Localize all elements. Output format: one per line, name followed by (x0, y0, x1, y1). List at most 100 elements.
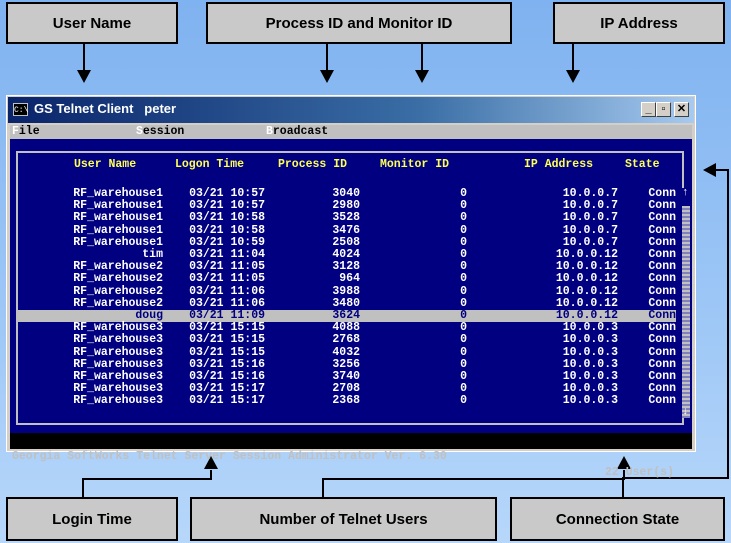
row-state: Conn (648, 370, 676, 383)
row-logon-time: 03/21 10:58 (189, 223, 265, 237)
row-logon-time: 03/21 11:09 (189, 309, 265, 322)
row-state: Conn (648, 321, 676, 335)
row-state: Conn (648, 309, 676, 322)
table-row[interactable]: RF_warehouse3 03/21 15:17 2368 0 10.0.0.3 Con… (18, 395, 676, 407)
arrow-num-users-horizontal (322, 478, 625, 480)
arrow-user-name (83, 44, 85, 72)
row-logon-time: 03/21 10:59 (189, 235, 265, 249)
table-row[interactable]: RF_warehouse2 03/21 11:05 3128 0 10.0.0.12 Co… (18, 261, 676, 273)
row-process-id: 2768 (332, 333, 360, 347)
row-ip-address: 10.0.0.7 (562, 211, 618, 225)
table-row[interactable]: RF_warehouse3 03/21 15:15 4032 0 10.0.0.3 Con… (18, 345, 676, 359)
row-user-name: RF_warehouse3 (73, 357, 163, 371)
row-ip-address: 10.0.0.12 (555, 309, 618, 322)
menu-broadcast-hotkey: B (266, 125, 273, 138)
header-monitor-id: Monitor ID (380, 158, 450, 171)
restore-button[interactable]: ▫ (656, 102, 671, 117)
table-row[interactable]: RF_warehouse2 03/21 11:06 3988 0 10.0.0.12 Co… (18, 284, 676, 298)
row-monitor-id: 0 (460, 321, 467, 335)
header-ip-address: IP Address (524, 158, 594, 171)
table-row[interactable]: RF_warehouse3 03/21 15:17 2708 0 10.0.0.3 Con… (18, 383, 676, 395)
table-row[interactable]: RF_warehouse1 03/21 10:59 2508 0 10.0.0.7 Con… (18, 235, 676, 249)
row-process-id: 2368 (332, 394, 360, 408)
table-row[interactable]: RF_warehouse2 03/21 11:06 3480 0 10.0.0.12 Co… (18, 296, 676, 310)
row-state: Conn (648, 223, 676, 237)
row-process-id: 3040 (332, 187, 360, 200)
row-logon-time: 03/21 11:06 (189, 284, 265, 298)
table-row[interactable]: RF_warehouse3 03/21 15:16 3256 0 10.0.0.3 Con… (18, 357, 676, 371)
row-user-name: RF_warehouse2 (73, 260, 163, 274)
row-monitor-id: 0 (460, 211, 467, 225)
row-state: Conn (648, 199, 676, 213)
row-state: Conn (648, 382, 676, 396)
row-user-name: RF_warehouse3 (73, 370, 163, 383)
row-process-id: 964 (339, 272, 360, 286)
row-user-name: RF_warehouse2 (73, 284, 163, 298)
table-row[interactable]: RF_warehouse3 03/21 15:16 3740 0 10.0.0.3 Con… (18, 371, 676, 383)
minimize-button[interactable]: _ (641, 102, 656, 117)
row-ip-address: 10.0.0.3 (562, 357, 618, 371)
table-row[interactable]: tim 03/21 11:04 4024 0 10.0.0.12 Conn (18, 249, 676, 261)
row-monitor-id: 0 (460, 260, 467, 274)
row-state: Conn (648, 248, 676, 261)
row-state: Conn (648, 284, 676, 298)
row-process-id: 3624 (332, 309, 360, 322)
scroll-down-icon[interactable]: ↓ (682, 407, 689, 418)
row-process-id: 3528 (332, 211, 360, 225)
row-ip-address: 10.0.0.3 (562, 345, 618, 359)
row-process-id: 3740 (332, 370, 360, 383)
row-logon-time: 03/21 15:15 (189, 321, 265, 335)
row-logon-time: 03/21 10:57 (189, 199, 265, 213)
table-row[interactable]: RF_warehouse3 03/21 15:15 2768 0 10.0.0.3 Con… (18, 334, 676, 346)
console-icon[interactable]: C:\ (13, 103, 28, 116)
table-row[interactable]: RF_warehouse1 03/21 10:57 2980 0 10.0.0.7 Con… (18, 200, 676, 212)
menu-broadcast[interactable]: Broadcast (266, 125, 328, 139)
table-row[interactable]: RF_warehouse3 03/21 15:15 4088 0 10.0.0.3 Con… (18, 322, 676, 334)
row-ip-address: 10.0.0.7 (562, 235, 618, 249)
row-ip-address: 10.0.0.12 (555, 284, 618, 298)
scrollbar-track[interactable] (682, 188, 690, 418)
row-state: Conn (648, 296, 676, 310)
row-ip-address: 10.0.0.7 (562, 199, 618, 213)
row-ip-address: 10.0.0.3 (562, 394, 618, 408)
row-ip-address: 10.0.0.3 (562, 321, 618, 335)
table-row[interactable]: RF_warehouse1 03/21 10:58 3528 0 10.0.0.7 Con… (18, 212, 676, 224)
menu-file[interactable]: File (12, 125, 40, 139)
row-process-id: 2508 (332, 235, 360, 249)
row-user-name: RF_warehouse3 (73, 321, 163, 335)
row-user-name: RF_warehouse2 (73, 272, 163, 286)
row-state: Conn (648, 260, 676, 274)
row-user-name: tim (142, 248, 163, 261)
console-area[interactable]: File Session Broadcast User Name Logon T… (10, 125, 692, 479)
menu-bar: File Session Broadcast (10, 125, 692, 139)
menu-session[interactable]: Session (136, 125, 184, 139)
scroll-up-icon[interactable]: ↑ (682, 188, 689, 199)
arrowhead-user-name (77, 70, 91, 83)
row-ip-address: 10.0.0.3 (562, 370, 618, 383)
close-button[interactable]: ✕ (674, 102, 689, 117)
row-monitor-id: 0 (460, 199, 467, 213)
menu-session-hotkey: S (136, 125, 143, 138)
callout-ip-address: IP Address (553, 2, 725, 44)
row-ip-address: 10.0.0.12 (555, 260, 618, 274)
row-ip-address: 10.0.0.12 (555, 248, 618, 261)
table-row[interactable]: RF_warehouse1 03/21 10:57 3040 0 10.0.0.7 Con… (18, 188, 676, 200)
header-process-id: Process ID (278, 158, 348, 171)
table-row[interactable]: RF_warehouse2 03/21 11:05 964 0 10.0.0.12 Con… (18, 273, 676, 285)
row-state: Conn (648, 272, 676, 286)
row-state: Conn (648, 187, 676, 200)
row-logon-time: 03/21 11:04 (189, 248, 265, 261)
row-monitor-id: 0 (460, 370, 467, 383)
table-row[interactable]: RF_warehouse1 03/21 10:58 3476 0 10.0.0.7 Con… (18, 223, 676, 237)
row-ip-address: 10.0.0.12 (555, 296, 618, 310)
callout-user-name: User Name (6, 2, 178, 44)
row-logon-time: 03/21 11:05 (189, 260, 265, 274)
row-state: Conn (648, 333, 676, 347)
arrowhead-monitor-id (415, 70, 429, 83)
table-row[interactable]: doug 03/21 11:09 3624 0 10.0.0.12 Conn (18, 310, 676, 322)
row-process-id: 4088 (332, 321, 360, 335)
title-bar[interactable]: C:\ GS Telnet Client peter _ ▫ ✕ (8, 97, 694, 123)
row-logon-time: 03/21 15:16 (189, 357, 265, 371)
arrow-monitor-id (421, 44, 423, 72)
row-ip-address: 10.0.0.7 (562, 187, 618, 200)
